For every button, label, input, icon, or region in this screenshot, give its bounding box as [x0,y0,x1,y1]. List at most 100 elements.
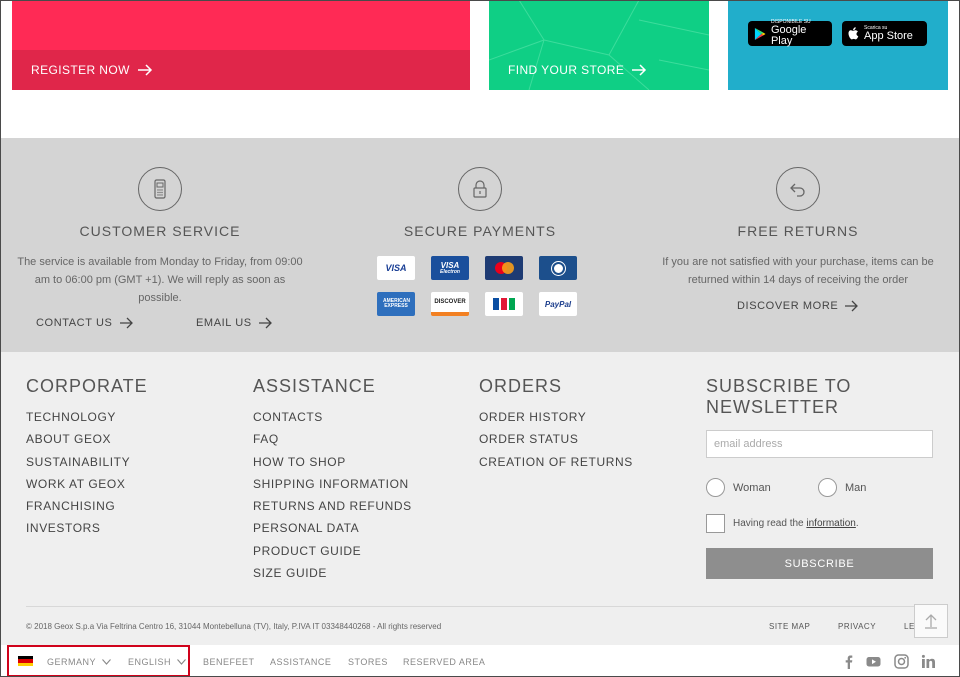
facebook-icon[interactable] [841,654,856,669]
corporate-link[interactable]: WORK AT GEOX [26,473,148,495]
contact-us-link[interactable]: CONTACT US [36,317,134,329]
information-link[interactable]: information [806,518,855,529]
footer-links: CORPORATE TECHNOLOGY ABOUT GEOX SUSTAINA… [0,352,960,645]
corporate-link[interactable]: SUSTAINABILITY [26,451,148,473]
back-to-top-button[interactable] [914,604,948,638]
site-map-link[interactable]: SITE MAP [769,622,810,631]
reserved-area-link[interactable]: RESERVED AREA [403,657,485,667]
assistance-link[interactable]: CONTACTS [253,406,412,428]
arrow-up-icon [925,614,937,629]
paypal-card-icon: PayPal [539,292,577,316]
chevron-down-icon [177,659,186,665]
arrow-right-icon [137,64,152,76]
register-now-link[interactable]: REGISTER NOW [31,63,153,77]
country-selector[interactable]: GERMANY [47,657,111,667]
consent-text: Having read the information. [733,518,859,529]
arrow-right-icon [119,317,133,329]
privacy-link[interactable]: PRIVACY [838,622,876,631]
bottom-bar: GERMANY ENGLISH BENEFEET ASSISTANCE STOR… [0,645,960,677]
find-store-link[interactable]: FIND YOUR STORE [508,63,647,77]
orders-column: ORDERS ORDER HISTORY ORDER STATUS CREATI… [479,376,633,473]
copyright-text: © 2018 Geox S.p.a Via Feltrina Centro 16… [26,622,442,631]
mastercard-card-icon [485,256,523,280]
return-arrow-icon [776,167,820,211]
lock-icon [458,167,502,211]
assistance-list: CONTACTS FAQ HOW TO SHOP SHIPPING INFORM… [253,406,412,584]
secure-payments-block: SECURE PAYMENTS VISA VISA Electron AMERI… [320,138,640,352]
apple-icon [848,27,859,40]
radio-circle[interactable] [706,478,725,497]
services-band: CUSTOMER SERVICE The service is availabl… [0,138,960,352]
corporate-link[interactable]: ABOUT GEOX [26,428,148,450]
email-input[interactable] [706,430,933,458]
visa-electron-bottom: Electron [439,268,460,275]
google-play-big: Google Play [770,24,807,47]
diners-card-icon [539,256,577,280]
assistance-bottom-link[interactable]: ASSISTANCE [270,657,331,667]
corporate-column: CORPORATE TECHNOLOGY ABOUT GEOX SUSTAINA… [26,376,148,540]
discover-card-text: DISCOVER [434,299,466,305]
benefeet-link[interactable]: BENEFEET [203,657,255,667]
assistance-link[interactable]: SIZE GUIDE [253,562,412,584]
language-selector[interactable]: ENGLISH [128,657,186,667]
corporate-link[interactable]: INVESTORS [26,517,148,539]
assistance-column: ASSISTANCE CONTACTS FAQ HOW TO SHOP SHIP… [253,376,412,584]
consent-checkbox[interactable] [706,514,725,533]
gender-man-radio[interactable]: Man [818,478,866,497]
subscribe-button[interactable]: SUBSCRIBE [706,548,933,579]
discover-card-icon: DISCOVER [431,292,469,316]
orders-list: ORDER HISTORY ORDER STATUS CREATION OF R… [479,406,633,473]
assistance-link[interactable]: HOW TO SHOP [253,451,412,473]
assistance-link[interactable]: PRODUCT GUIDE [253,540,412,562]
google-play-icon [754,27,766,40]
visa-card-icon: VISA [377,256,415,280]
amex-card-text: AMERICAN EXPRESS [383,297,410,309]
consent-row: Having read the information. [706,514,859,533]
corporate-link[interactable]: FRANCHISING [26,495,148,517]
orders-title: ORDERS [479,376,563,396]
free-returns-block: FREE RETURNS If you are not satisfied wi… [638,138,958,352]
google-play-badge[interactable]: DISPONIBILE SU Google Play [748,20,832,47]
assistance-link[interactable]: RETURNS AND REFUNDS [253,495,412,517]
orders-link[interactable]: CREATION OF RETURNS [479,451,633,473]
footer-divider [26,606,934,607]
customer-service-title: CUSTOMER SERVICE [79,223,241,239]
jcb-card-icon [485,292,523,316]
contact-us-label: CONTACT US [36,317,113,329]
instagram-icon[interactable] [894,654,909,669]
assistance-link[interactable]: SHIPPING INFORMATION [253,473,412,495]
language-label: ENGLISH [128,657,172,667]
register-card[interactable]: REGISTER NOW [12,0,470,90]
linkedin-icon[interactable] [921,654,936,669]
orders-link[interactable]: ORDER STATUS [479,428,633,450]
radio-circle[interactable] [818,478,837,497]
visa-electron-card-icon: VISA Electron [431,256,469,280]
newsletter-title: SUBSCRIBE TO NEWSLETTER [706,376,852,417]
man-label: Man [845,481,867,494]
corporate-list: TECHNOLOGY ABOUT GEOX SUSTAINABILITY WOR… [26,406,148,540]
free-returns-title: FREE RETURNS [737,223,859,239]
corporate-title: CORPORATE [26,376,148,396]
app-card: DISPONIBILE SU Google Play Scarica su Ap… [728,0,948,90]
woman-label: Woman [733,481,771,494]
assistance-link[interactable]: FAQ [253,428,412,450]
discover-more-link[interactable]: DISCOVER MORE [737,300,859,312]
orders-link[interactable]: ORDER HISTORY [479,406,633,428]
arrow-right-icon [258,317,272,329]
gender-woman-radio[interactable]: Woman [706,478,771,497]
store-card[interactable]: FIND YOUR STORE [489,0,709,90]
corporate-link[interactable]: TECHNOLOGY [26,406,148,428]
stores-link[interactable]: STORES [348,657,388,667]
newsletter-column: SUBSCRIBE TO NEWSLETTER Woman Man Having… [706,376,934,579]
app-store-badge[interactable]: Scarica su App Store [842,21,927,46]
assistance-link[interactable]: PERSONAL DATA [253,517,412,539]
discover-more-label: DISCOVER MORE [737,300,839,312]
secure-payments-title: SECURE PAYMENTS [403,223,557,239]
assistance-title: ASSISTANCE [253,376,376,396]
arrow-right-icon [632,64,647,76]
promo-section: REGISTER NOW FIND YOUR STORE DISPONIBILE… [0,0,960,138]
free-returns-text: If you are not satisfied with your purch… [662,256,934,286]
chevron-down-icon [102,659,111,665]
email-us-link[interactable]: EMAIL US [196,317,273,329]
youtube-icon[interactable] [866,654,881,669]
